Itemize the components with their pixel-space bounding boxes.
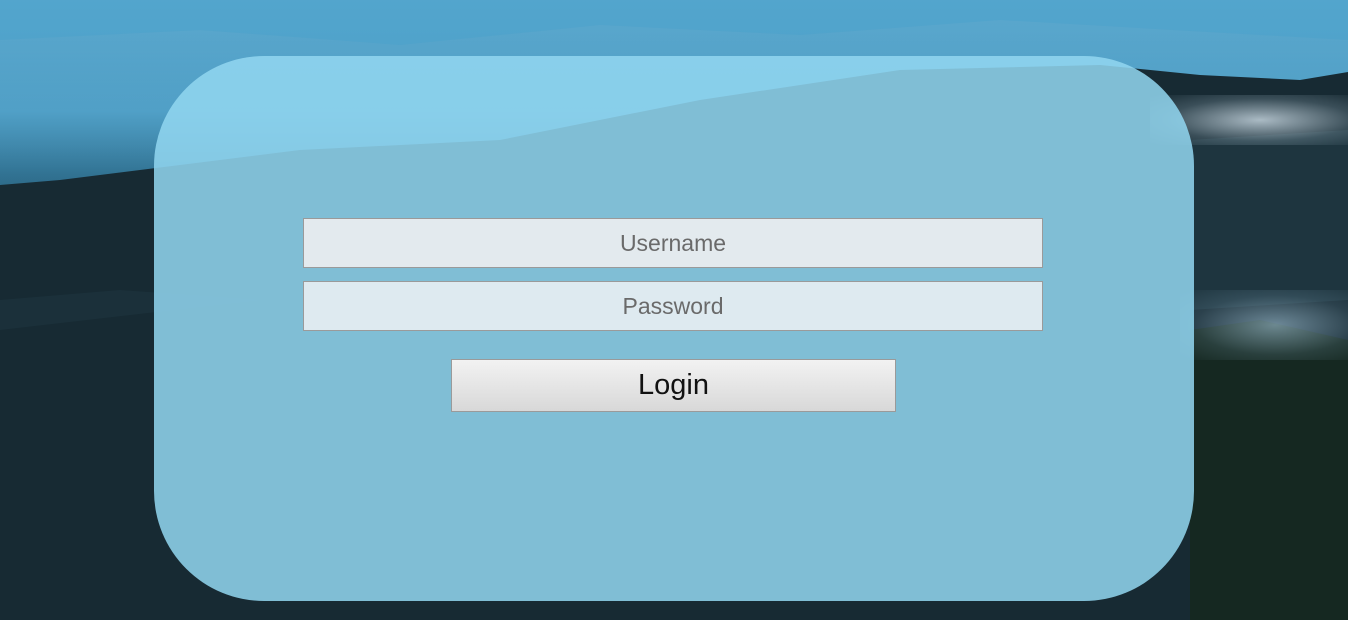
username-input[interactable]: Username (303, 218, 1043, 268)
mist-cloud (1180, 290, 1348, 360)
login-button[interactable]: Login (451, 359, 896, 412)
password-input[interactable]: Password (303, 281, 1043, 331)
